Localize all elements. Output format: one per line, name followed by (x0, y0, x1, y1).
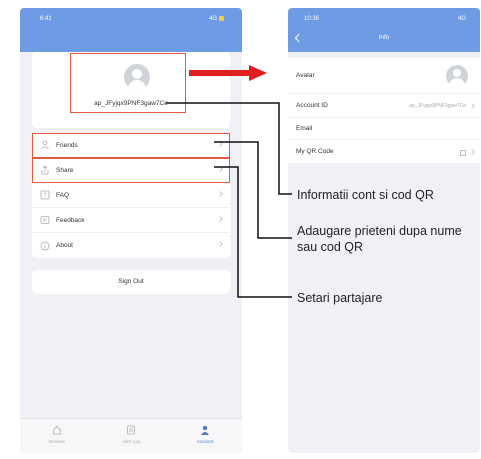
status-indicators: 4G (209, 16, 224, 22)
tab-bar: Devices Alert Log Account (20, 418, 242, 453)
status-time: 10:36 (304, 16, 320, 22)
tab-account[interactable]: Account (168, 419, 242, 453)
feedback-icon (40, 216, 50, 224)
header-bar: 6:41 4G (20, 8, 242, 52)
chevron-right-icon (217, 141, 223, 147)
info-row-qr-code[interactable]: My QR Code (288, 140, 480, 164)
qr-code-icon (460, 150, 466, 156)
row-label: Avatar (296, 72, 315, 79)
caption-account-info: Informatii cont si cod QR (297, 188, 434, 202)
red-arrow-icon (189, 65, 267, 81)
tab-label: Devices (48, 439, 65, 444)
menu-label: Friends (56, 141, 78, 149)
highlight-box-profile (70, 53, 186, 113)
row-value: ap_JFyjqx9PNF3gaw7Ce (409, 102, 466, 109)
home-icon (53, 425, 61, 435)
header-bar: 10:36 4G Info (288, 8, 480, 52)
person-icon (41, 140, 49, 150)
menu-label: Feedback (56, 216, 85, 224)
chevron-right-icon (217, 241, 223, 247)
about-icon (40, 241, 50, 250)
row-label: Account ID (296, 102, 328, 109)
chevron-right-icon (217, 216, 223, 222)
menu-label: FAQ (56, 191, 70, 199)
share-icon (41, 165, 49, 175)
avatar-body-shape (449, 78, 465, 87)
log-icon (127, 425, 135, 435)
status-time: 6:41 (40, 16, 52, 22)
faq-icon: ? (40, 190, 50, 200)
avatar[interactable] (446, 65, 468, 87)
chevron-right-icon (217, 191, 223, 197)
battery-icon (219, 16, 224, 21)
chevron-right-icon (469, 102, 475, 109)
menu-item-feedback[interactable]: Feedback (32, 208, 230, 233)
menu-label: Share (56, 166, 74, 174)
caption-share-settings: Setari partajare (297, 291, 383, 305)
status-indicators: 4G (457, 16, 466, 22)
info-row-account-id[interactable]: Account ID ap_JFyjqx9PNF3gaw7Ce (288, 94, 480, 118)
menu-item-share[interactable]: Share (32, 158, 230, 183)
info-row-email[interactable]: Email (288, 118, 480, 140)
row-label: My QR Code (296, 148, 334, 155)
chevron-right-icon (217, 166, 223, 172)
sign-out-button[interactable]: Sign Out (32, 270, 230, 294)
caption-add-friends: Adaugare prieteni dupa nume sau cod QR (297, 224, 462, 254)
menu-item-friends[interactable]: Friends (32, 133, 230, 158)
info-list: Avatar Account ID ap_JFyjqx9PNF3gaw7Ce E… (288, 58, 480, 164)
network-label: 4G (208, 16, 217, 23)
menu-list: Friends Share ? FAQ Feedback About (32, 133, 230, 258)
tab-alert-log[interactable]: Alert Log (94, 419, 168, 453)
person-icon (201, 425, 209, 435)
tab-label: Account (196, 439, 214, 444)
menu-label: About (56, 242, 73, 249)
page-title: Info (378, 34, 390, 41)
chevron-right-icon (469, 148, 475, 155)
tab-label: Alert Log (121, 439, 140, 444)
avatar-head-shape (453, 69, 461, 77)
info-row-avatar[interactable]: Avatar (288, 58, 480, 94)
row-label: Email (296, 125, 313, 132)
svg-text:?: ? (43, 193, 47, 199)
menu-item-faq[interactable]: ? FAQ (32, 183, 230, 208)
menu-item-about[interactable]: About (32, 233, 230, 258)
tab-devices[interactable]: Devices (20, 419, 94, 453)
